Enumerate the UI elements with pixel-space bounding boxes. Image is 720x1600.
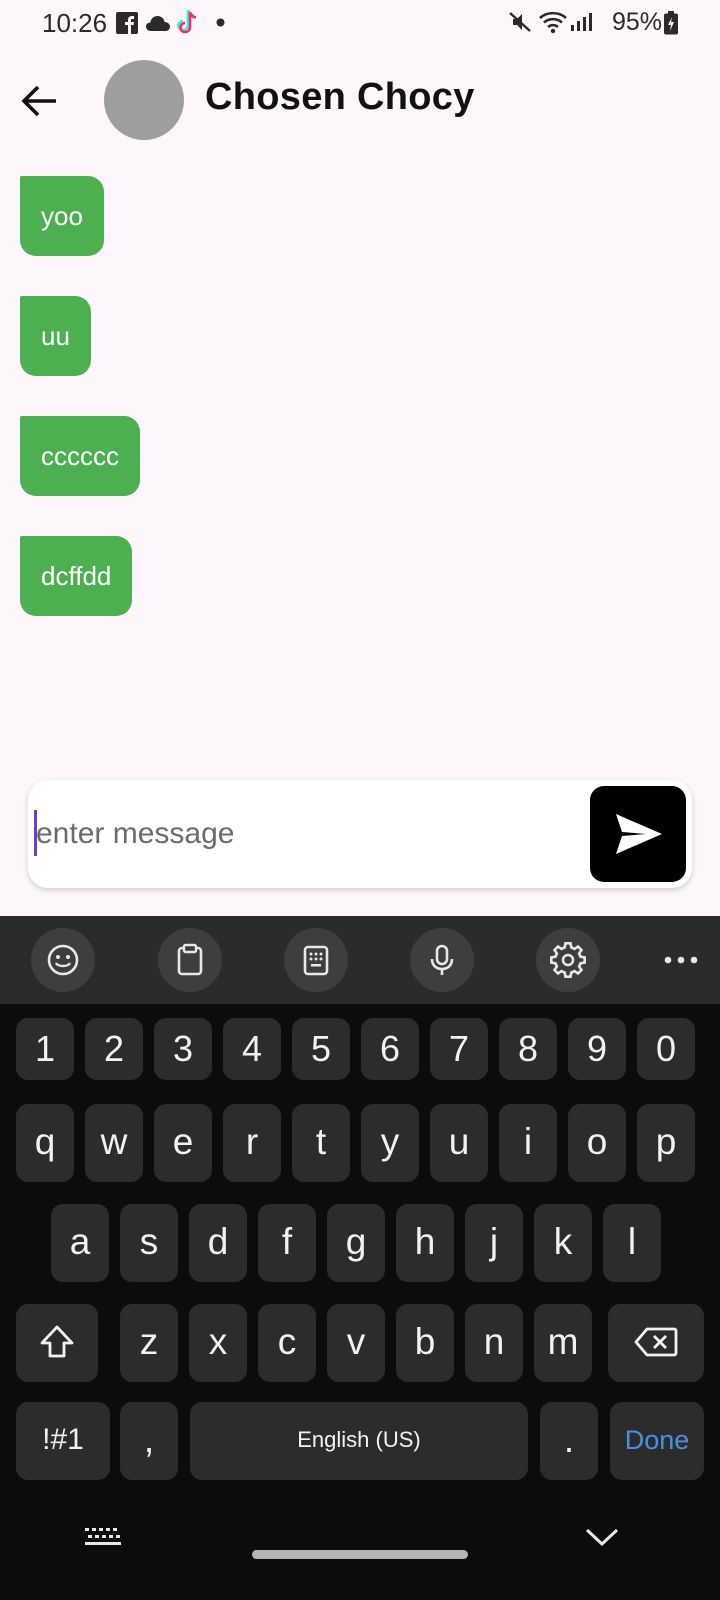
- key-l[interactable]: l: [603, 1204, 661, 1282]
- status-bar: 10:26 95%: [0, 0, 720, 46]
- keyboard-toolbar: [0, 916, 720, 1004]
- done-key[interactable]: Done: [610, 1402, 704, 1480]
- key-o[interactable]: o: [568, 1104, 626, 1182]
- message-bubble[interactable]: dcffdd: [20, 536, 133, 616]
- text-caret: [34, 810, 37, 856]
- cloud-icon: [146, 16, 170, 31]
- emoji-icon: [47, 944, 79, 976]
- key-i[interactable]: i: [499, 1104, 557, 1182]
- key-e[interactable]: e: [154, 1104, 212, 1182]
- settings-icon: [550, 941, 586, 978]
- key-2[interactable]: 2: [85, 1018, 143, 1080]
- key-1[interactable]: 1: [16, 1018, 74, 1080]
- app-bar: Chosen Chocy: [0, 56, 720, 146]
- message-bubble[interactable]: cccccc: [20, 416, 140, 496]
- key-m[interactable]: m: [534, 1304, 592, 1382]
- wifi-icon: [539, 11, 567, 34]
- emoji-button[interactable]: [31, 928, 95, 992]
- key-z[interactable]: z: [120, 1304, 178, 1382]
- navigation-bar: [0, 1500, 720, 1600]
- key-r[interactable]: r: [223, 1104, 281, 1182]
- key-j[interactable]: j: [465, 1204, 523, 1282]
- keypad-icon: [303, 945, 329, 976]
- microphone-button[interactable]: [410, 928, 474, 992]
- chevron-down-icon[interactable]: [584, 1526, 620, 1548]
- keypad-button[interactable]: [284, 928, 348, 992]
- contact-name: Chosen Chocy: [205, 76, 475, 118]
- key-d[interactable]: d: [189, 1204, 247, 1282]
- more-button[interactable]: [656, 930, 706, 990]
- key-b[interactable]: b: [396, 1304, 454, 1382]
- key-g[interactable]: g: [327, 1204, 385, 1282]
- facebook-icon: [116, 12, 138, 34]
- backspace-key[interactable]: [608, 1304, 704, 1382]
- message-bubble[interactable]: yoo: [20, 176, 104, 256]
- key-8[interactable]: 8: [499, 1018, 557, 1080]
- keyboard-switch-icon[interactable]: [84, 1526, 122, 1550]
- mute-icon: [509, 12, 531, 32]
- key-w[interactable]: w: [85, 1104, 143, 1182]
- key-s[interactable]: s: [120, 1204, 178, 1282]
- signal-icon: [571, 13, 592, 31]
- status-time: 10:26: [42, 8, 108, 38]
- message-composer: [28, 780, 692, 888]
- key-6[interactable]: 6: [361, 1018, 419, 1080]
- space-key[interactable]: English (US): [190, 1402, 528, 1480]
- key-3[interactable]: 3: [154, 1018, 212, 1080]
- message-input[interactable]: [34, 804, 596, 864]
- home-indicator[interactable]: [252, 1550, 468, 1559]
- shift-icon: [40, 1325, 74, 1358]
- more-icon: [664, 956, 698, 964]
- key-f[interactable]: f: [258, 1204, 316, 1282]
- battery-percent: 95%: [612, 8, 663, 36]
- comma-key[interactable]: ,: [120, 1402, 178, 1480]
- key-4[interactable]: 4: [223, 1018, 281, 1080]
- tiktok-icon: [177, 9, 197, 34]
- key-t[interactable]: t: [292, 1104, 350, 1182]
- dot-icon: [216, 18, 225, 27]
- key-v[interactable]: v: [327, 1304, 385, 1382]
- key-q[interactable]: q: [16, 1104, 74, 1182]
- back-button[interactable]: [18, 78, 64, 124]
- send-button[interactable]: [590, 786, 686, 882]
- key-5[interactable]: 5: [292, 1018, 350, 1080]
- key-a[interactable]: a: [51, 1204, 109, 1282]
- period-key[interactable]: .: [540, 1402, 598, 1480]
- symbols-key[interactable]: !#1: [16, 1402, 110, 1480]
- shift-key[interactable]: [16, 1304, 98, 1382]
- settings-button[interactable]: [536, 928, 600, 992]
- backspace-icon: [634, 1327, 678, 1357]
- clipboard-icon: [177, 943, 203, 976]
- key-c[interactable]: c: [258, 1304, 316, 1382]
- keyboard: 1 2 3 4 5 6 7 8 9 0 q w e r t y u i o p …: [0, 916, 720, 1600]
- key-y[interactable]: y: [361, 1104, 419, 1182]
- arrow-back-icon: [21, 85, 56, 117]
- key-h[interactable]: h: [396, 1204, 454, 1282]
- microphone-icon: [430, 944, 454, 975]
- key-p[interactable]: p: [637, 1104, 695, 1182]
- key-k[interactable]: k: [534, 1204, 592, 1282]
- key-n[interactable]: n: [465, 1304, 523, 1382]
- clipboard-button[interactable]: [158, 928, 222, 992]
- message-bubble[interactable]: uu: [20, 296, 91, 376]
- battery-icon: [664, 11, 678, 35]
- key-0[interactable]: 0: [637, 1018, 695, 1080]
- key-9[interactable]: 9: [568, 1018, 626, 1080]
- key-u[interactable]: u: [430, 1104, 488, 1182]
- key-x[interactable]: x: [189, 1304, 247, 1382]
- key-7[interactable]: 7: [430, 1018, 488, 1080]
- send-icon: [616, 814, 662, 854]
- avatar[interactable]: [104, 60, 184, 140]
